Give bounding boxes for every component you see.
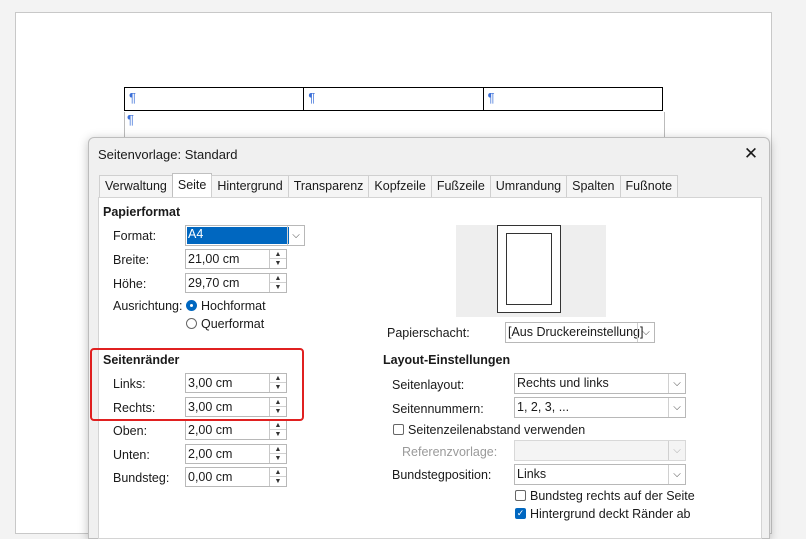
page-layout-label: Seitenlayout:	[392, 378, 465, 392]
height-spinbox[interactable]: 29,70 cm ▲ ▼	[185, 273, 287, 293]
height-label: Höhe:	[113, 277, 147, 291]
highlight-box	[90, 348, 304, 421]
page-style-dialog: Seitenvorlage: Standard ✕ Verwaltung Sei…	[88, 137, 770, 539]
dialog-title: Seitenvorlage: Standard	[98, 147, 238, 162]
tab-footnote[interactable]: Fußnote	[619, 175, 679, 198]
gutter-label: Bundsteg:	[113, 471, 170, 485]
increment-arrow-icon[interactable]: ▲	[270, 468, 286, 477]
margin-bottom-label: Unten:	[113, 448, 150, 462]
table-cell[interactable]: ¶	[484, 88, 662, 110]
page-numbers-label: Seitennummern:	[392, 402, 484, 416]
page-layout-select[interactable]: Rechts und links ⌵	[514, 373, 686, 394]
increment-arrow-icon[interactable]: ▲	[270, 274, 286, 283]
table-cell[interactable]: ¶	[125, 88, 305, 110]
document-table[interactable]: ¶ ¶ ¶	[124, 87, 663, 111]
page-preview	[497, 225, 561, 313]
tab-bar: Verwaltung Seite Hintergrund Transparenz…	[99, 173, 679, 199]
decrement-arrow-icon[interactable]: ▼	[270, 259, 286, 268]
register-true-checkbox[interactable]	[393, 424, 404, 435]
chevron-down-icon: ⌵	[668, 465, 685, 484]
bg-covers-margins-label[interactable]: Hintergrund deckt Ränder ab	[530, 507, 691, 521]
paper-tray-select[interactable]: [Aus Druckereinstellung] ⌵	[505, 322, 655, 343]
increment-arrow-icon[interactable]: ▲	[270, 421, 286, 430]
width-spinbox[interactable]: 21,00 cm ▲ ▼	[185, 249, 287, 269]
tab-page[interactable]: Seite	[171, 173, 213, 199]
gutter-position-select[interactable]: Links ⌵	[514, 464, 686, 485]
chevron-down-icon: ⌵	[637, 323, 654, 342]
tab-footer[interactable]: Fußzeile	[430, 175, 491, 198]
margin-bottom-spinbox[interactable]: 2,00 cm ▲ ▼	[185, 444, 287, 464]
paper-format-heading: Papierformat	[103, 205, 181, 219]
gutter-right-checkbox[interactable]	[515, 490, 526, 501]
format-label: Format:	[113, 229, 157, 243]
portrait-label[interactable]: Hochformat	[201, 299, 266, 313]
reference-style-select[interactable]: ⌵	[514, 440, 686, 461]
table-cell[interactable]: ¶	[304, 88, 484, 110]
width-label: Breite:	[113, 253, 150, 267]
portrait-radio[interactable]	[186, 300, 197, 311]
tab-header[interactable]: Kopfzeile	[368, 175, 432, 198]
page-preview-margins	[506, 233, 552, 305]
decrement-arrow-icon[interactable]: ▼	[270, 477, 286, 486]
reference-style-label: Referenzvorlage:	[402, 445, 498, 459]
chevron-down-icon: ⌵	[668, 374, 685, 393]
chevron-down-icon: ⌵	[668, 398, 685, 417]
orientation-label: Ausrichtung:	[113, 299, 183, 313]
paragraph-mark: ¶	[127, 112, 134, 127]
chevron-down-icon: ⌵	[668, 441, 685, 460]
decrement-arrow-icon[interactable]: ▼	[270, 430, 286, 439]
tab-columns[interactable]: Spalten	[566, 175, 621, 198]
bg-covers-margins-checkbox[interactable]: ✓	[515, 508, 526, 519]
close-icon[interactable]: ✕	[741, 144, 761, 164]
tab-organizer[interactable]: Verwaltung	[99, 175, 173, 198]
margin-top-label: Oben:	[113, 424, 148, 438]
tab-area[interactable]: Hintergrund	[211, 175, 289, 198]
register-true-label[interactable]: Seitenzeilenabstand verwenden	[408, 423, 585, 437]
decrement-arrow-icon[interactable]: ▼	[270, 283, 286, 292]
format-select[interactable]: A4 ⌵	[185, 225, 305, 246]
landscape-radio[interactable]	[186, 318, 197, 329]
margin-top-spinbox[interactable]: 2,00 cm ▲ ▼	[185, 420, 287, 440]
tab-borders[interactable]: Umrandung	[489, 175, 568, 198]
chevron-down-icon: ⌵	[287, 226, 304, 245]
gutter-position-label: Bundstegposition:	[392, 468, 492, 482]
increment-arrow-icon[interactable]: ▲	[270, 250, 286, 259]
page-numbers-select[interactable]: 1, 2, 3, ... ⌵	[514, 397, 686, 418]
paper-tray-label: Papierschacht:	[387, 326, 470, 340]
gutter-spinbox[interactable]: 0,00 cm ▲ ▼	[185, 467, 287, 487]
increment-arrow-icon[interactable]: ▲	[270, 445, 286, 454]
landscape-label[interactable]: Querformat	[201, 317, 264, 331]
gutter-right-label[interactable]: Bundsteg rechts auf der Seite	[530, 489, 695, 503]
tab-transparency[interactable]: Transparenz	[287, 175, 370, 198]
decrement-arrow-icon[interactable]: ▼	[270, 454, 286, 463]
layout-settings-heading: Layout-Einstellungen	[383, 353, 511, 367]
